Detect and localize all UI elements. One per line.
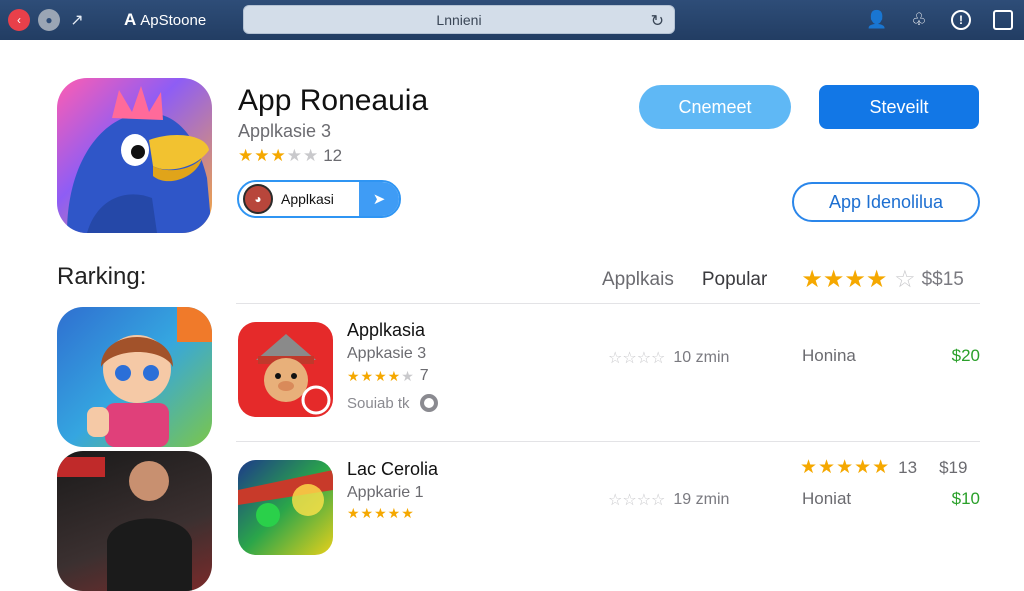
title-bar: ‹ ● ↗ A ApStoone Lnnieni ↻ 👤 ♧ ! — [0, 0, 1024, 40]
toolbar-actions: 👤 ♧ ! — [864, 7, 1016, 33]
featured-app-icon[interactable] — [57, 78, 212, 233]
arrow-right-icon[interactable]: ➤ — [359, 182, 399, 216]
gift-icon[interactable]: ♧ — [906, 7, 932, 33]
ranking-title: Rarking: — [57, 263, 147, 290]
app-title: App Roneauia — [238, 84, 429, 117]
app-details-button[interactable]: App Idenolilua — [792, 182, 980, 222]
developer-pill-label: Applkasi — [281, 191, 334, 207]
item-category: Honina — [802, 346, 856, 365]
info-icon[interactable]: ! — [948, 7, 974, 33]
tab-popular[interactable]: Popular — [702, 269, 768, 291]
app-rating: ★★★★★ 12 — [238, 146, 342, 166]
item-stars: ★★★★★ — [347, 367, 415, 384]
account-icon[interactable]: 👤 — [864, 7, 890, 33]
list-item-thumbnail[interactable] — [57, 451, 212, 591]
item-meta: ☆☆☆☆ 19 zmin — [608, 490, 729, 510]
item-rating: ★★★★★ 7 — [347, 367, 429, 385]
developer-pill[interactable]: ◕ Applkasi ➤ — [237, 180, 401, 218]
divider — [236, 441, 980, 442]
forward-button[interactable]: ● — [38, 9, 60, 31]
item-subtitle: Appkasie 3 — [347, 345, 427, 362]
window-icon[interactable] — [990, 7, 1016, 33]
rating-stars: ★★★★★ — [238, 146, 320, 165]
item-extra: Souiab tk — [347, 394, 438, 412]
developer-avatar: ◕ — [243, 184, 273, 214]
item-rating-count: 7 — [419, 367, 429, 384]
bird-mascot-icon — [67, 86, 212, 233]
loading-ring-icon — [419, 394, 438, 412]
rating-filter-stars[interactable]: ★★★★ ☆ — [801, 265, 915, 294]
pirate-pig-icon — [256, 334, 331, 415]
item-top-price: $19 — [939, 457, 968, 477]
window-controls: ‹ ● ↗ A ApStoone — [8, 9, 240, 31]
get-button[interactable]: Steveilt — [819, 85, 979, 129]
rating-count: 12 — [323, 146, 343, 165]
list-item-thumbnail[interactable] — [57, 307, 212, 447]
item-title[interactable]: Lac Cerolia — [347, 459, 438, 480]
connect-button[interactable]: Cnemeet — [639, 85, 791, 129]
list-item-icon[interactable] — [238, 322, 333, 417]
divider — [236, 303, 980, 304]
item-meta-value: 19 zmin — [673, 491, 730, 508]
item-meta-stars: ☆☆☆☆ — [608, 492, 666, 509]
item-title[interactable]: Applkasia — [347, 320, 425, 341]
item-rating-count: 13 — [898, 457, 918, 477]
app-name-label: ApStoone — [140, 11, 207, 29]
reload-icon[interactable]: ↻ — [651, 11, 664, 31]
ranking-tabs: Applkais Popular ★★★★ ☆ $$15 — [602, 265, 964, 294]
back-button[interactable]: ‹ — [8, 9, 30, 31]
person-video-icon — [57, 457, 192, 591]
item-price[interactable]: $10 — [952, 489, 980, 509]
share-icon[interactable]: ↗ — [68, 10, 86, 30]
item-rating: ★★★★★ — [347, 505, 415, 522]
item-top-rating: ★★★★★ 13 $19 — [800, 456, 967, 479]
search-value: Lnnieni — [436, 11, 482, 28]
search-bar[interactable]: Lnnieni ↻ — [243, 5, 675, 34]
item-top-stars: ★★★★★ — [800, 457, 891, 478]
game-scene-icon — [238, 470, 333, 527]
app-store-logo-icon: A — [124, 10, 137, 29]
item-meta-value: 10 zmin — [673, 349, 730, 366]
cartoon-boy-icon — [87, 307, 212, 447]
item-meta-stars: ☆☆☆☆ — [608, 350, 666, 367]
tab-apps[interactable]: Applkais — [602, 269, 674, 291]
item-category: Honiat — [802, 489, 852, 508]
price-filter[interactable]: $$15 — [922, 269, 964, 291]
item-meta: ☆☆☆☆ 10 zmin — [608, 348, 729, 368]
app-subtitle: Applkasie 3 — [238, 121, 332, 141]
item-extra-label: Souiab tk — [347, 394, 410, 412]
item-price[interactable]: $20 — [952, 346, 980, 366]
app-name: A ApStoone — [124, 10, 206, 30]
item-stars: ★★★★★ — [347, 505, 415, 521]
item-subtitle: Appkarie 1 — [347, 484, 424, 501]
list-item-icon[interactable] — [238, 460, 333, 555]
